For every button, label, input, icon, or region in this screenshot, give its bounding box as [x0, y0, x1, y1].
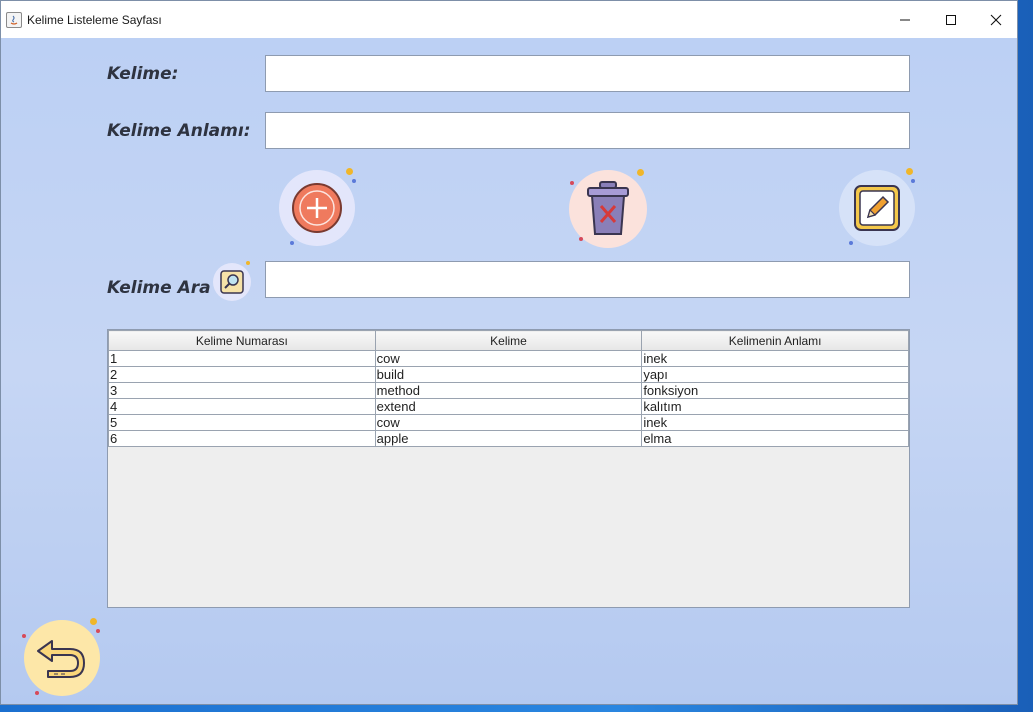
cell-word[interactable]: build: [374, 366, 643, 383]
close-button[interactable]: [973, 1, 1017, 38]
window-title: Kelime Listeleme Sayfası: [27, 12, 162, 27]
maximize-button[interactable]: [928, 1, 974, 38]
application-window: Kelime Listeleme Sayfası Kelime: Kelime …: [0, 0, 1018, 705]
decor-dot: [35, 691, 39, 695]
table-row[interactable]: 1 cow inek: [108, 350, 909, 367]
cell-meaning[interactable]: yapı: [641, 366, 909, 383]
cell-number[interactable]: 5: [108, 414, 376, 431]
cell-number[interactable]: 6: [108, 430, 376, 447]
decor-dot: [246, 261, 250, 265]
cell-word[interactable]: cow: [374, 350, 643, 367]
cell-meaning[interactable]: kalıtım: [641, 398, 909, 415]
decor-dot: [911, 179, 915, 183]
decor-dot: [849, 241, 853, 245]
trash-delete-icon: [587, 181, 629, 235]
word-input[interactable]: [265, 55, 910, 92]
decor-dot: [352, 179, 356, 183]
column-header-number[interactable]: Kelime Numarası: [108, 330, 376, 351]
decor-dot: [290, 241, 294, 245]
cell-meaning[interactable]: inek: [641, 414, 909, 431]
close-icon: [990, 14, 1002, 25]
table-header-row: Kelime Numarası Kelime Kelimenin Anlamı: [108, 330, 909, 351]
decor-dot: [90, 618, 97, 625]
back-button[interactable]: [24, 620, 100, 696]
title-bar[interactable]: Kelime Listeleme Sayfası: [1, 1, 1017, 38]
table-row[interactable]: 3 method fonksiyon: [108, 382, 909, 399]
add-icon: [292, 183, 342, 233]
edit-button[interactable]: [839, 170, 915, 246]
cell-number[interactable]: 3: [108, 382, 376, 399]
cell-number[interactable]: 2: [108, 366, 376, 383]
search-input[interactable]: [265, 261, 910, 298]
back-arrow-icon: [37, 640, 85, 678]
column-header-meaning[interactable]: Kelimenin Anlamı: [641, 330, 909, 351]
cell-meaning[interactable]: fonksiyon: [641, 382, 909, 399]
decor-dot: [96, 629, 100, 633]
table-row[interactable]: 5 cow inek: [108, 414, 909, 431]
word-table[interactable]: Kelime Numarası Kelime Kelimenin Anlamı …: [107, 329, 910, 608]
java-app-icon: [6, 11, 22, 28]
edit-pencil-icon: [854, 185, 900, 231]
search-label: Kelime Ara: [107, 278, 211, 298]
cell-word[interactable]: cow: [374, 414, 643, 431]
content-area: Kelime: Kelime Anlamı: Kelime Ara Kelime…: [1, 38, 1017, 704]
cell-word[interactable]: extend: [374, 398, 643, 415]
minimize-icon: [900, 19, 910, 20]
meaning-input[interactable]: [265, 112, 910, 149]
add-button[interactable]: [279, 170, 355, 246]
decor-dot: [570, 181, 574, 185]
decor-dot: [906, 168, 913, 175]
cell-word[interactable]: method: [374, 382, 643, 399]
search-icon: [220, 270, 244, 294]
decor-dot: [346, 168, 353, 175]
table-row[interactable]: 4 extend kalıtım: [108, 398, 909, 415]
meaning-label: Kelime Anlamı:: [107, 121, 251, 141]
decor-dot: [22, 634, 26, 638]
word-label: Kelime:: [107, 64, 179, 84]
cell-number[interactable]: 4: [108, 398, 376, 415]
maximize-icon: [946, 14, 956, 25]
cell-meaning[interactable]: inek: [641, 350, 909, 367]
table-row[interactable]: 2 build yapı: [108, 366, 909, 383]
search-button[interactable]: [213, 263, 251, 301]
cell-word[interactable]: apple: [374, 430, 643, 447]
cell-number[interactable]: 1: [108, 350, 376, 367]
minimize-button[interactable]: [882, 1, 928, 38]
column-header-word[interactable]: Kelime: [374, 330, 643, 351]
table-row[interactable]: 6 apple elma: [108, 430, 909, 447]
decor-dot: [579, 237, 583, 241]
decor-dot: [637, 169, 644, 176]
cell-meaning[interactable]: elma: [641, 430, 909, 447]
